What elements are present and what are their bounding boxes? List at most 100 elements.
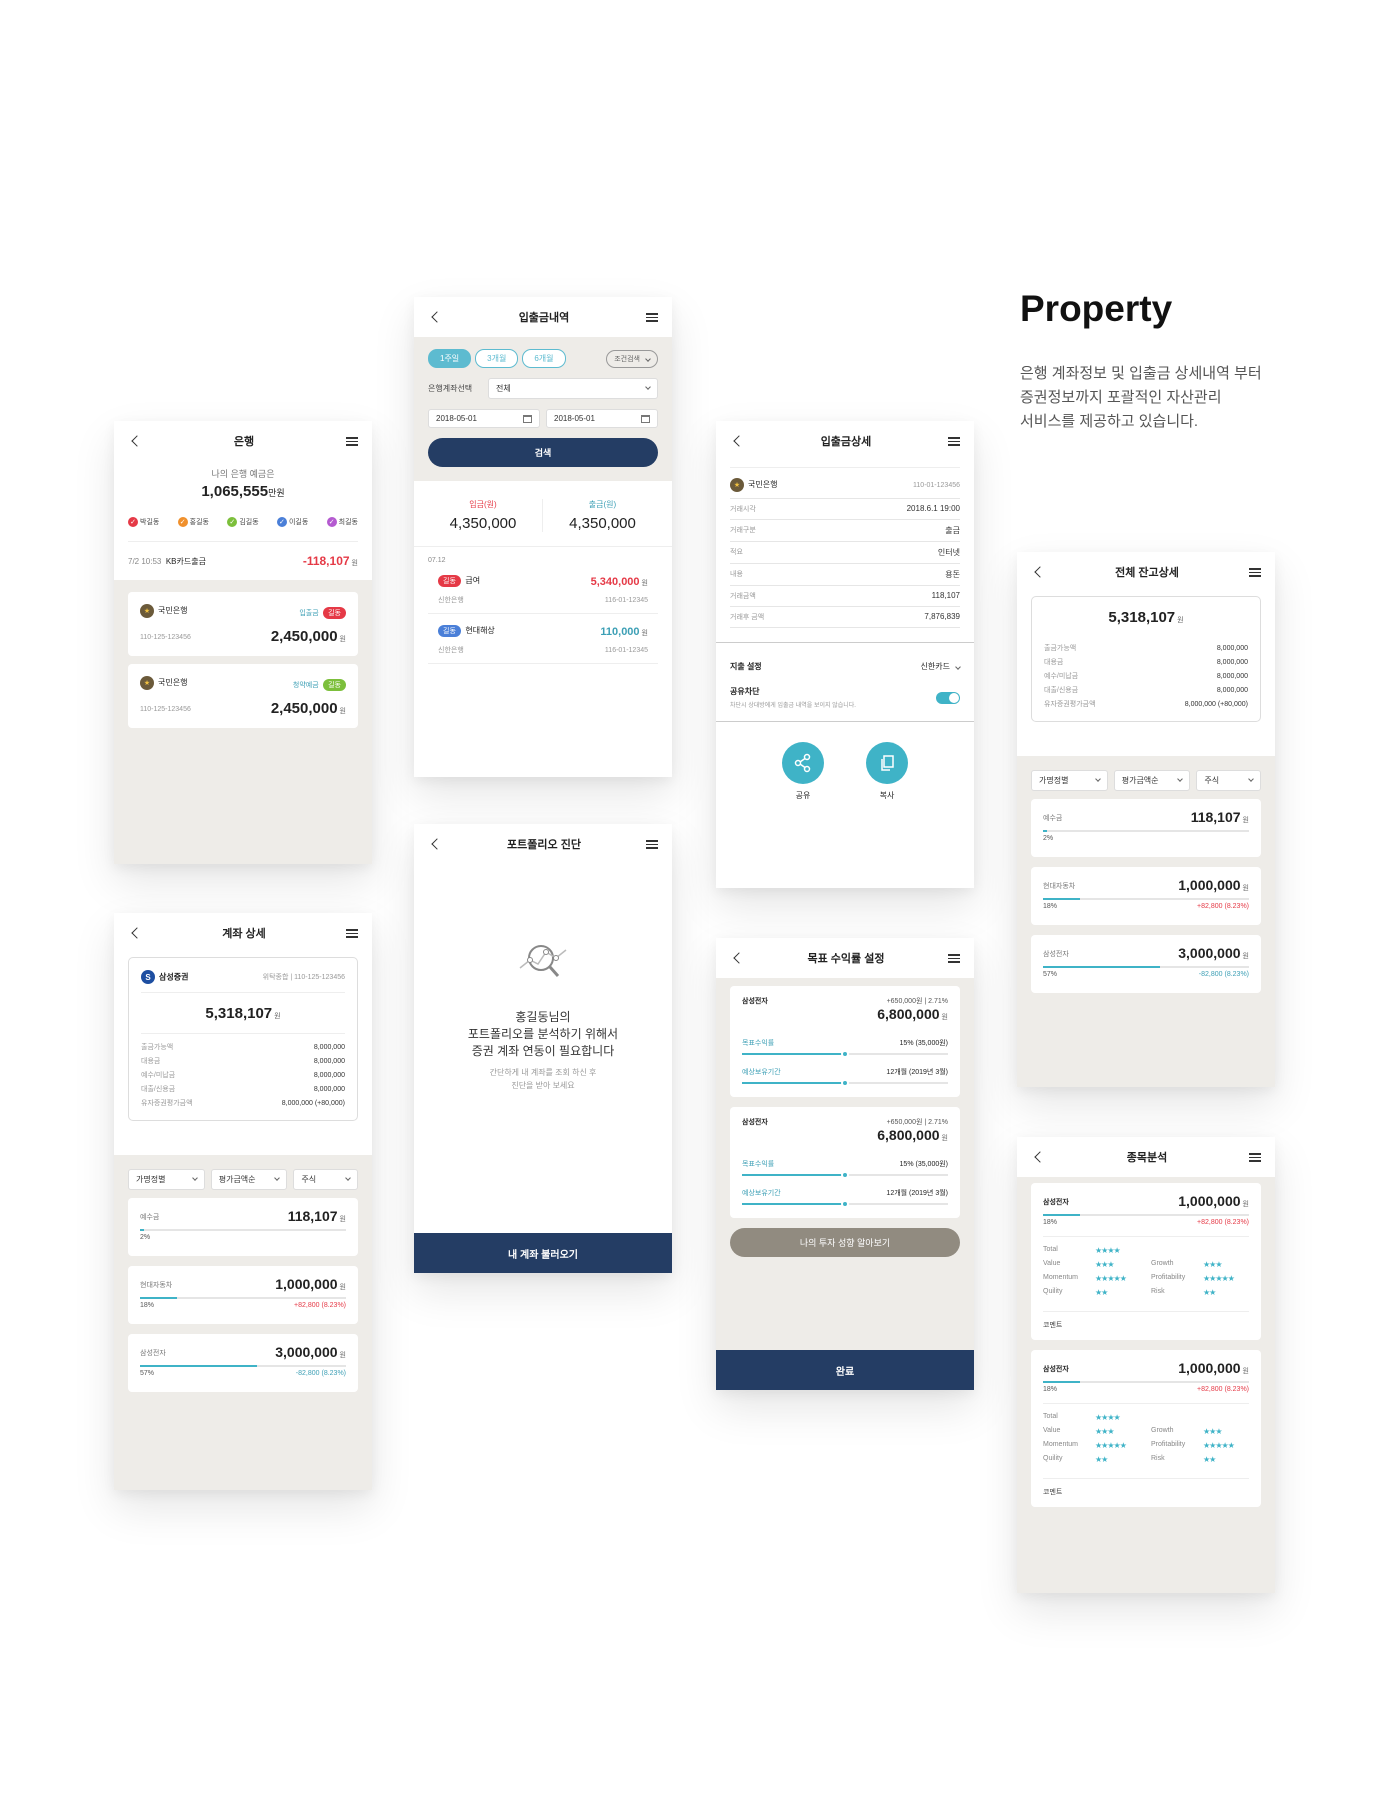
- expense-select[interactable]: 신한카드: [921, 661, 961, 672]
- account-number: 110-01-123456: [913, 481, 960, 489]
- history-amount: 5,340,000: [590, 576, 640, 588]
- menu-icon[interactable]: [947, 436, 960, 446]
- menu-icon[interactable]: [645, 312, 658, 322]
- history-account: 116-01-12345: [604, 646, 648, 654]
- menu-icon[interactable]: [1248, 1152, 1261, 1162]
- target-card[interactable]: 삼성전자 +650,000원 | 2.71% 6,800,000 원 목표수익률 15% …: [730, 1107, 960, 1218]
- share-icon: [782, 742, 824, 784]
- filter-dropdown[interactable]: 주식: [293, 1169, 359, 1190]
- bank-name: 국민은행: [748, 480, 778, 490]
- bank-account-card[interactable]: ★ 국민은행 입출금 길동 110-125-123456 2,450,000 원: [128, 592, 358, 656]
- holding-percent: 2%: [140, 1234, 151, 1241]
- account-list: ★ 국민은행 입출금 길동 110-125-123456 2,450,000 원 ★ 국민은행…: [114, 580, 372, 748]
- period-slider[interactable]: [742, 1079, 948, 1087]
- target-card[interactable]: 삼성전자 +650,000원 | 2.71% 6,800,000 원 목표수익률 15% …: [730, 986, 960, 1097]
- detail-key: 거래구분: [730, 527, 756, 534]
- history-item[interactable]: 길동 현대해상 110,000 원 신한은행 116-01-12345: [428, 614, 658, 664]
- user-filter-chip[interactable]: ✓ 홍길동: [177, 517, 209, 527]
- holding-card[interactable]: 삼성전자 3,000,000 원 57% -82,800 (8.23%): [1031, 935, 1261, 993]
- account-type: 청약예금: [292, 682, 319, 689]
- holding-card[interactable]: 예수금 118,107 원 2%: [1031, 799, 1261, 857]
- chevron-down-icon: [191, 1175, 198, 1181]
- filter-dropdown[interactable]: 가명정별: [1031, 770, 1108, 791]
- back-icon[interactable]: [730, 951, 744, 965]
- analysis-card[interactable]: 삼성전자 1,000,000 원 18% +82,800 (8.23%) Total ★★★…: [1031, 1350, 1261, 1507]
- holding-card[interactable]: 예수금 118,107 원 2%: [128, 1198, 358, 1256]
- load-account-button[interactable]: 내 계좌 불러오기: [414, 1233, 672, 1273]
- account-select-value: 전체: [496, 384, 511, 393]
- rating-stars: ★★★★★: [1203, 1274, 1235, 1283]
- menu-icon[interactable]: [646, 839, 658, 849]
- stock-amount: 6,800,000: [877, 1127, 940, 1143]
- menu-icon[interactable]: [947, 953, 960, 963]
- user-filter-chip[interactable]: ✓ 이길동: [276, 517, 308, 527]
- filter-dropdown[interactable]: 평가금액순: [210, 1169, 288, 1190]
- summary-key: 대용금: [141, 1058, 161, 1065]
- detail-value: 출금: [945, 526, 960, 535]
- period-6m[interactable]: 6개월: [522, 349, 566, 368]
- detail-key: 거래후 금액: [730, 614, 765, 621]
- filter-dropdown[interactable]: 주식: [1196, 770, 1262, 791]
- calendar-icon: [641, 414, 650, 423]
- goal-label: 목표수익률: [742, 1161, 775, 1168]
- goal-slider[interactable]: [742, 1050, 948, 1058]
- stock-name: 삼성전자: [1043, 1199, 1069, 1206]
- holding-card[interactable]: 현대자동차 1,000,000 원 18% +82,800 (8.23%): [1031, 867, 1261, 925]
- chevron-down-icon: [274, 1175, 281, 1181]
- condition-search-button[interactable]: 조건검색: [606, 349, 658, 368]
- goal-slider[interactable]: [742, 1171, 948, 1179]
- back-icon[interactable]: [730, 434, 744, 448]
- share-block-toggle[interactable]: [936, 691, 960, 704]
- period-3m[interactable]: 3개월: [475, 349, 519, 368]
- goal-value: 15% (35,000원): [899, 1161, 948, 1168]
- date-to-input[interactable]: 2018-05-01: [546, 409, 658, 428]
- share-button[interactable]: 공유: [782, 742, 824, 801]
- back-icon[interactable]: [128, 434, 142, 448]
- bank-account-card[interactable]: ★ 국민은행 청약예금 길동 110-125-123456 2,450,000 원: [128, 664, 358, 728]
- back-icon[interactable]: [1031, 1150, 1045, 1164]
- user-filter-chip[interactable]: ✓ 최길동: [326, 517, 358, 527]
- screen-balance: 전체 잔고상세 5,318,107 원 출금가능액 8,000,000 대용금 8,00…: [1017, 552, 1275, 1087]
- back-icon[interactable]: [1031, 565, 1045, 579]
- balance-summary: 출금가능액 8,000,000 대용금 8,000,000 예수/미납금 8,000,00…: [1044, 641, 1248, 711]
- back-icon[interactable]: [128, 926, 142, 940]
- holding-ratio-bar: [1043, 898, 1249, 900]
- user-name: 김길동: [239, 519, 259, 526]
- date-from-input[interactable]: 2018-05-01: [428, 409, 540, 428]
- user-filter-chip[interactable]: ✓ 박길동: [128, 517, 159, 527]
- holding-card[interactable]: 삼성전자 3,000,000 원 57% -82,800 (8.23%): [128, 1334, 358, 1392]
- back-icon[interactable]: [428, 310, 442, 324]
- period-slider[interactable]: [742, 1200, 948, 1208]
- detail-row: 거래시각 2018.6.1 19:00: [730, 499, 960, 520]
- user-filter-chip[interactable]: ✓ 김길동: [227, 517, 259, 527]
- menu-icon[interactable]: [345, 928, 358, 938]
- done-button[interactable]: 완료: [716, 1350, 974, 1390]
- holding-change: +82,800 (8.23%): [1197, 903, 1249, 910]
- filter-dropdown[interactable]: 가명정별: [128, 1169, 205, 1190]
- holding-ratio-bar: [1043, 1381, 1249, 1383]
- menu-icon[interactable]: [1249, 567, 1261, 577]
- detail-table: 거래시각 2018.6.1 19:00 거래구분 출금 적요 인터넷 내용 용돈 거래금액 118…: [730, 499, 960, 628]
- comment-label: 코멘트: [1043, 1311, 1249, 1330]
- filter-dropdown[interactable]: 평가금액순: [1113, 770, 1191, 791]
- holding-percent: 18%: [140, 1302, 155, 1309]
- search-button[interactable]: 검색: [428, 438, 658, 467]
- history-item[interactable]: 길동 급여 5,340,000 원 신한은행 116-01-12345: [428, 564, 658, 614]
- holding-list: 예수금 118,107 원 2% 현대자동차 1,000,000 원 18% +82,800 (…: [128, 1198, 358, 1392]
- copy-button[interactable]: 복사: [866, 742, 908, 801]
- bank-name: 국민은행: [158, 606, 188, 616]
- rating-stars: ★★: [1095, 1288, 1108, 1297]
- summary-value: 8,000,000: [313, 1057, 345, 1065]
- gain: +650,000원: [886, 998, 923, 1005]
- investment-style-button[interactable]: 나의 투자 성향 알아보기: [730, 1228, 960, 1257]
- back-icon[interactable]: [428, 837, 442, 851]
- screen-title: 종목분석: [1126, 1152, 1168, 1164]
- period-1w[interactable]: 1주일: [428, 349, 472, 368]
- summary-unit: 만원: [268, 488, 285, 498]
- analysis-card[interactable]: 삼성전자 1,000,000 원 18% +82,800 (8.23%) Total ★★★…: [1031, 1183, 1261, 1340]
- holding-card[interactable]: 현대자동차 1,000,000 원 18% +82,800 (8.23%): [128, 1266, 358, 1324]
- account-select[interactable]: 전체: [488, 378, 658, 399]
- share-block-desc: 차단시 상대방에게 입출금 내역을 보이지 않습니다.: [730, 703, 856, 709]
- menu-icon[interactable]: [346, 436, 358, 446]
- detail-value: 2018.6.1 19:00: [906, 504, 960, 513]
